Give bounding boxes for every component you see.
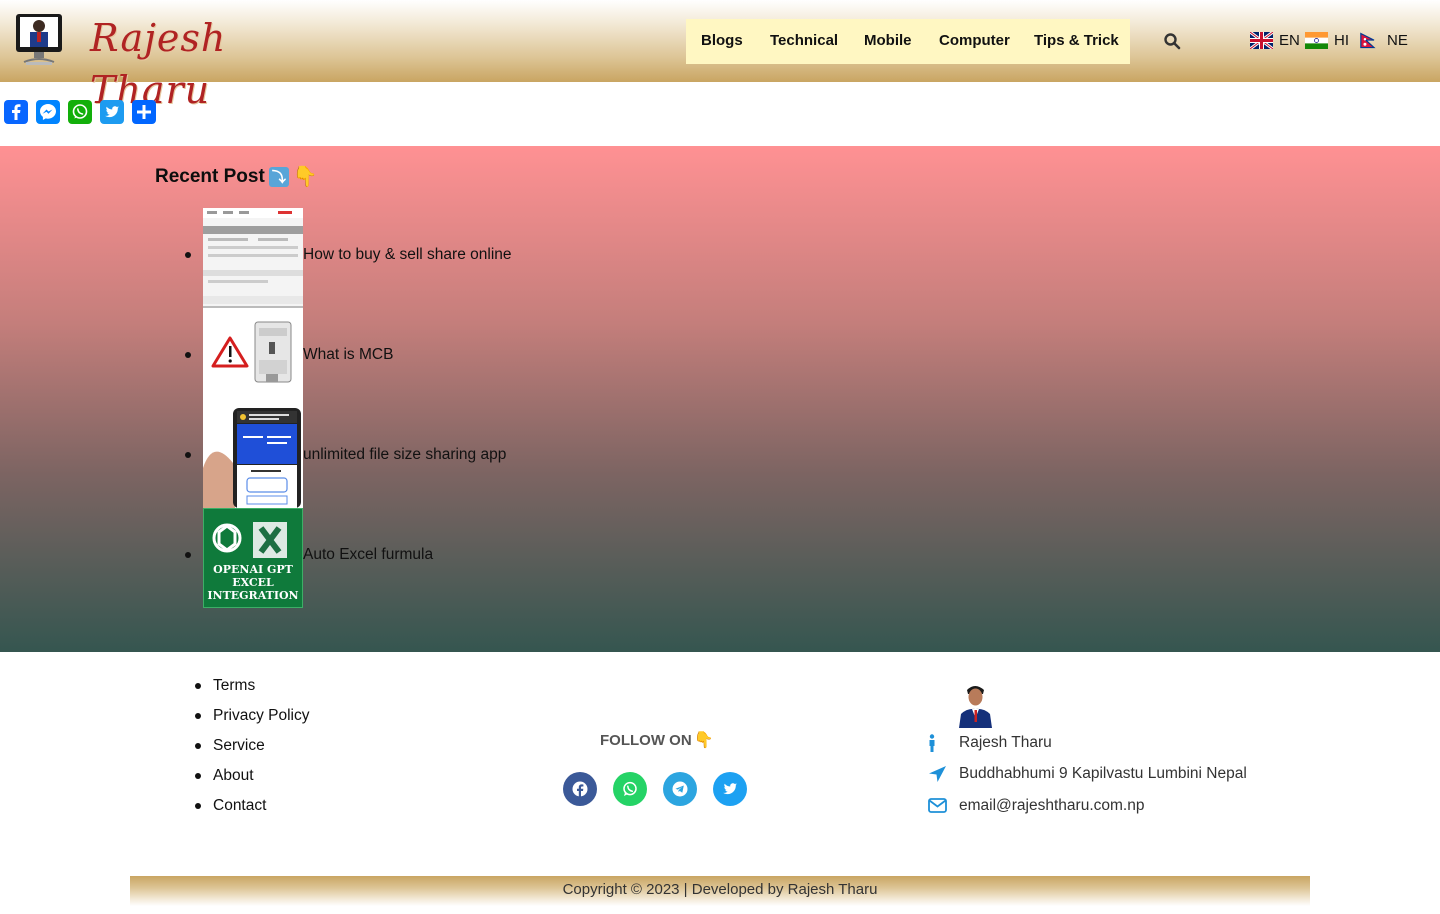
language-ne-label: NE bbox=[1387, 32, 1408, 49]
footer-link-contact[interactable]: Contact bbox=[194, 796, 309, 826]
search-icon[interactable] bbox=[1163, 32, 1181, 50]
share-icon[interactable] bbox=[132, 100, 156, 124]
thumb-text-line-2: EXCEL bbox=[232, 576, 274, 589]
copyright-text: Copyright © 2023 | Developed by Rajesh T… bbox=[562, 881, 878, 898]
nepal-flag-icon bbox=[1360, 32, 1376, 49]
list-bullet bbox=[185, 352, 191, 358]
recent-post-item[interactable]: What is MCB bbox=[185, 308, 703, 408]
uk-flag-icon bbox=[1250, 32, 1273, 49]
recent-posts-section: Recent Post ⤵ 👇 How to buy & sell share … bbox=[0, 146, 1440, 652]
logo-monitor-icon[interactable] bbox=[14, 12, 64, 68]
footer-link-about[interactable]: About bbox=[194, 766, 309, 796]
contact-address-row: Buddhabhumi 9 Kapilvastu Lumbini Nepal bbox=[928, 765, 1247, 783]
facebook-icon[interactable] bbox=[4, 100, 28, 124]
language-en-label: EN bbox=[1279, 32, 1300, 49]
nav-item-blogs[interactable]: Blogs bbox=[701, 32, 743, 49]
social-whatsapp-button[interactable] bbox=[613, 772, 647, 806]
share-bar bbox=[4, 100, 156, 124]
recent-posts-title: Recent Post ⤵ 👇 bbox=[155, 164, 318, 189]
social-twitter-button[interactable] bbox=[713, 772, 747, 806]
list-bullet bbox=[185, 252, 191, 258]
whatsapp-icon bbox=[623, 781, 637, 796]
contact-email-link[interactable]: email@rajeshtharu.com.np bbox=[959, 797, 1144, 815]
recent-posts-title-text: Recent Post bbox=[155, 165, 265, 187]
post-thumbnail[interactable] bbox=[203, 308, 303, 408]
post-title[interactable]: How to buy & sell share online bbox=[303, 246, 512, 264]
thumb-text-line-3: INTEGRATION bbox=[207, 589, 298, 602]
footer-links: Terms Privacy Policy Service About Conta… bbox=[194, 676, 309, 826]
footer-link-privacy-policy[interactable]: Privacy Policy bbox=[194, 706, 309, 736]
nav-item-tips-trick[interactable]: Tips & Trick bbox=[1034, 32, 1119, 49]
main-nav: Blogs Technical Mobile Computer Tips & T… bbox=[686, 19, 1130, 64]
post-thumbnail[interactable] bbox=[203, 408, 303, 508]
nav-item-technical[interactable]: Technical bbox=[770, 32, 838, 49]
post-title[interactable]: unlimited file size sharing app bbox=[303, 446, 506, 464]
list-bullet bbox=[185, 552, 191, 558]
india-flag-icon bbox=[1305, 32, 1328, 49]
post-title[interactable]: What is MCB bbox=[303, 346, 393, 364]
contact-name-row: Rajesh Tharu bbox=[928, 734, 1052, 752]
site-header: Rajesh Tharu Blogs Technical Mobile Comp… bbox=[0, 0, 1440, 112]
post-title[interactable]: Auto Excel furmula bbox=[303, 546, 433, 564]
site-logo-text[interactable]: Rajesh Tharu bbox=[90, 12, 280, 112]
social-telegram-button[interactable] bbox=[663, 772, 697, 806]
recent-post-item[interactable]: How to buy & sell share online bbox=[185, 208, 703, 308]
thumb-text-line-1: OPENAI GPT bbox=[213, 563, 293, 576]
post-thumbnail[interactable]: OPENAI GPT EXCEL INTEGRATION bbox=[203, 508, 303, 608]
twitter-icon bbox=[723, 783, 737, 795]
arrow-down-emoji-icon: ⤵ bbox=[268, 166, 289, 187]
contact-address: Buddhabhumi 9 Kapilvastu Lumbini Nepal bbox=[959, 765, 1247, 782]
post-thumbnail[interactable] bbox=[203, 208, 303, 308]
footer-link-terms[interactable]: Terms bbox=[194, 676, 309, 706]
list-bullet bbox=[185, 452, 191, 458]
language-ne[interactable]: NE bbox=[1360, 32, 1408, 49]
messenger-icon[interactable] bbox=[36, 100, 60, 124]
language-en[interactable]: EN bbox=[1250, 32, 1300, 49]
social-facebook-button[interactable] bbox=[563, 772, 597, 806]
pointing-down-emoji-icon: 👇 bbox=[292, 166, 318, 188]
contact-name: Rajesh Tharu bbox=[959, 734, 1052, 751]
author-avatar bbox=[957, 680, 994, 728]
language-hi[interactable]: HI bbox=[1305, 32, 1349, 49]
follow-on-title: FOLLOW ON 👇 bbox=[600, 730, 714, 750]
location-arrow-icon bbox=[929, 766, 946, 782]
twitter-icon[interactable] bbox=[100, 100, 124, 124]
envelope-icon bbox=[928, 798, 947, 813]
person-icon bbox=[929, 734, 935, 752]
recent-post-item[interactable]: unlimited file size sharing app bbox=[185, 408, 703, 508]
whatsapp-icon[interactable] bbox=[68, 100, 92, 124]
facebook-icon bbox=[572, 781, 588, 797]
recent-post-item[interactable]: OPENAI GPT EXCEL INTEGRATION Auto Excel … bbox=[185, 508, 703, 608]
follow-on-text: FOLLOW ON bbox=[600, 731, 692, 749]
footer-link-service[interactable]: Service bbox=[194, 736, 309, 766]
nav-item-computer[interactable]: Computer bbox=[939, 32, 1010, 49]
nav-item-mobile[interactable]: Mobile bbox=[864, 32, 912, 49]
contact-email-row: email@rajeshtharu.com.np bbox=[928, 797, 1144, 815]
copyright-bar: Copyright © 2023 | Developed by Rajesh T… bbox=[130, 876, 1310, 906]
language-hi-label: HI bbox=[1334, 32, 1349, 49]
pointing-down-emoji-icon: 👇 bbox=[693, 732, 714, 749]
telegram-icon bbox=[672, 781, 688, 797]
